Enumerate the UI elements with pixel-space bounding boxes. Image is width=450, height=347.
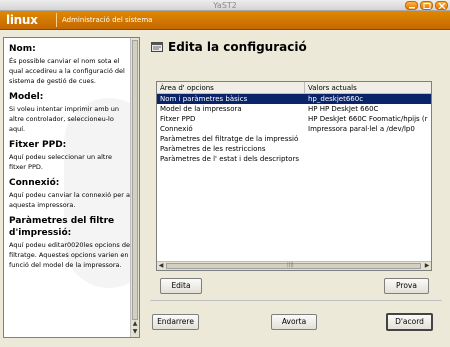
table-cell-option: Paràmetres de les restriccions [160,145,266,153]
table-cell-value [305,134,431,144]
table-row[interactable]: Model de la impressora HP HP DeskJet 660… [157,104,431,114]
abort-button[interactable]: Avorta [271,314,317,330]
help-heading: Fitxer PPD: [9,140,67,150]
help-heading: Model: [9,92,44,102]
brand-logo: linux [6,13,56,27]
table-header: Àrea d' opcions Valors actuals [157,82,431,94]
help-scrollbar-thumb[interactable] [132,40,138,320]
table-cell-option: Nom i paràmetres bàsics [160,95,248,103]
help-scrollbar[interactable]: ▲ ▼ [130,38,139,337]
minimize-icon [409,7,415,9]
help-text: Aquí podeu canviar la connexió per a aqu… [9,191,130,209]
table-cell-option: Model de la impressora [160,105,242,113]
test-button[interactable]: Prova [384,278,429,294]
edit-button[interactable]: Edita [160,278,202,294]
help-text: Aquí podeu editar0020les opcions de filt… [9,241,130,269]
close-button[interactable] [435,1,448,10]
table-cell-option: Connexió [160,125,193,133]
brand-header-label: Administració del sistema [62,16,153,24]
help-text: És possible canviar el nom sota el qual … [9,57,125,85]
table-row[interactable]: Nom i paràmetres bàsics hp_deskjet660c [157,94,431,104]
scroll-right-icon[interactable]: ▶ [423,262,431,270]
table-cell-value: hp_deskjet660c [308,95,364,103]
page-title-text: Edita la configuració [168,40,307,54]
maximize-icon [423,3,431,9]
options-table[interactable]: Àrea d' opcions Valors actuals Nom i par… [156,81,432,271]
table-cell-value: Impressora paral·lel a /dev/lp0 [308,125,415,133]
table-row[interactable]: Fitxer PPD HP DeskJet 660C Foomatic/hpij… [157,114,431,124]
table-cell-option: Paràmetres del filtratge de la impressió [160,135,299,143]
table-row[interactable]: Paràmetres del filtratge de la impressió [157,134,431,144]
column-header-option-area[interactable]: Àrea d' opcions [157,82,305,93]
table-cell-value: HP DeskJet 660C Foomatic/hpijs (r [308,115,428,123]
window-titlebar[interactable]: YaST2 [0,0,450,11]
page-title: Edita la configuració [151,40,307,54]
window-title: YaST2 [213,1,237,10]
separator [150,300,442,301]
help-heading: Paràmetres del filtre d'impressió: [9,216,115,238]
table-cell-option: Fitxer PPD [160,115,196,123]
column-header-current-values[interactable]: Valors actuals [305,82,431,93]
help-text: Si voleu intentar imprimir amb un altre … [9,105,120,133]
table-cell-option: Paràmetres de l' estat i dels descriptor… [160,155,299,163]
maximize-button[interactable] [420,1,433,10]
brand-divider [56,13,57,27]
close-icon [438,3,446,9]
scroll-down-icon[interactable]: ▼ [131,328,139,336]
help-heading: Connexió: [9,178,60,188]
table-cell-value [305,154,431,164]
minimize-button[interactable] [405,1,418,10]
scrollbar-grip-icon: |||| [287,262,294,268]
back-button[interactable]: Endarrere [152,314,199,330]
table-cell-value: HP HP DeskJet 660C [308,105,379,113]
help-content: Nom: És possible canviar el nom sota el … [9,43,131,270]
scroll-left-icon[interactable]: ◀ [157,262,165,270]
brand-header: linux Administració del sistema [0,11,450,30]
brand-logo-text: linux [6,13,38,27]
table-row[interactable]: Paràmetres de l' estat i dels descriptor… [157,154,431,164]
table-horizontal-scrollbar[interactable]: ◀ |||| ▶ [157,261,431,270]
help-heading: Nom: [9,44,36,54]
help-text: Aquí podeu seleccionar un altre fitxer P… [9,153,112,171]
ok-button[interactable]: D'acord [386,313,433,331]
help-panel[interactable]: Nom: És possible canviar el nom sota el … [3,37,140,338]
table-row[interactable]: Connexió Impressora paral·lel a /dev/lp0 [157,124,431,134]
table-row[interactable]: Paràmetres de les restriccions [157,144,431,154]
scroll-up-icon[interactable]: ▲ [131,320,139,328]
window-controls [405,1,448,10]
table-cell-value [305,144,431,154]
